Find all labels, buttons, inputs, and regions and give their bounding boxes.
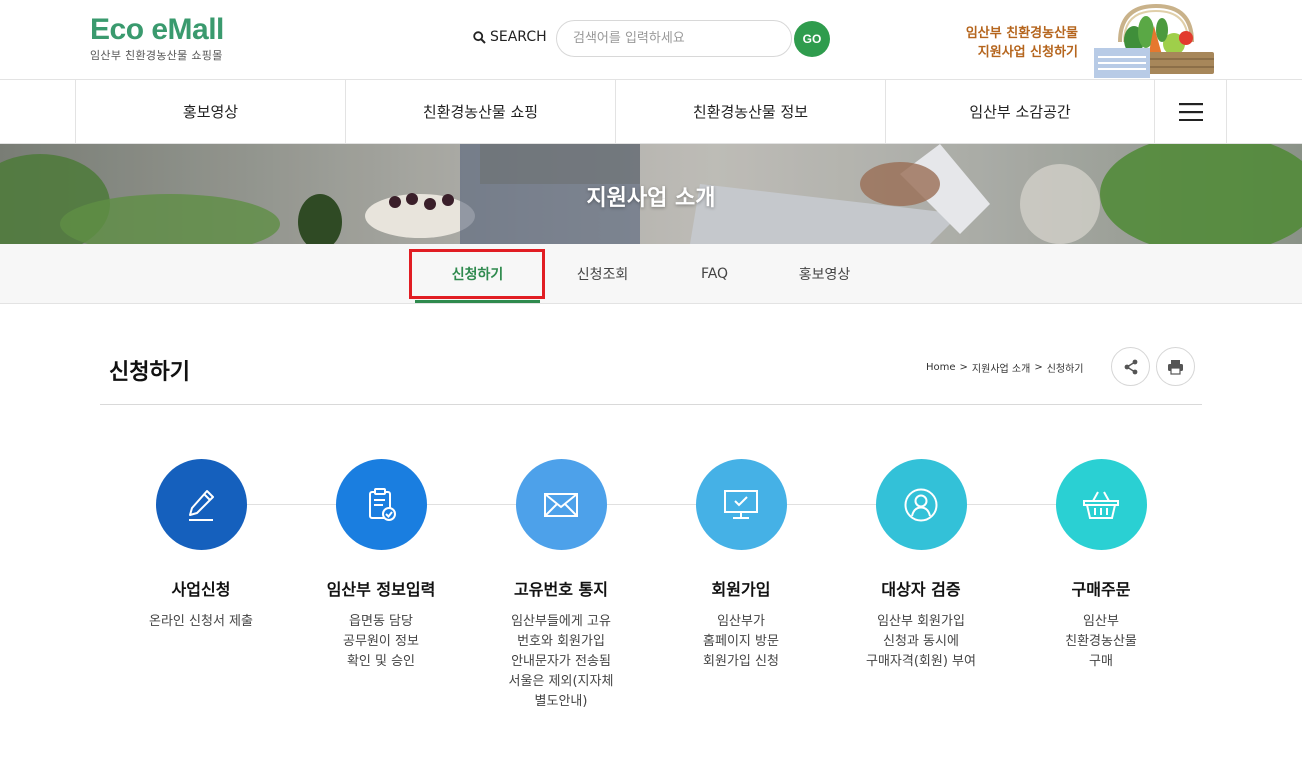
share-icon bbox=[1124, 359, 1137, 374]
breadcrumb-current: 신청하기 bbox=[1046, 364, 1084, 375]
site-logo[interactable]: Eco eMall 임산부 친환경농산물 쇼핑몰 bbox=[90, 14, 224, 63]
search-go-button[interactable]: GO bbox=[794, 21, 830, 57]
printer-icon bbox=[1168, 359, 1183, 375]
hero-banner: 지원사업 소개 bbox=[0, 144, 1302, 244]
basket-icon bbox=[1083, 491, 1119, 519]
sub-tab-bar: 신청하기 신청조회 FAQ 홍보영상 bbox=[0, 244, 1302, 304]
tab-promo-video[interactable]: 홍보영상 bbox=[762, 244, 887, 303]
step-title: 구매주문 bbox=[1071, 580, 1131, 599]
breadcrumb-separator: > bbox=[1034, 362, 1043, 373]
breadcrumb-home[interactable]: Home bbox=[926, 362, 956, 373]
step-title: 대상자 검증 bbox=[881, 580, 961, 599]
promo-line-1: 임산부 친환경농산물 bbox=[965, 26, 1078, 41]
promo-line-2: 지원사업 신청하기 bbox=[977, 45, 1078, 60]
pen-icon bbox=[189, 489, 214, 521]
main-nav: 홍보영상 친환경농산물 쇼핑 친환경농산물 정보 임산부 소감공간 bbox=[0, 80, 1302, 144]
search-input[interactable] bbox=[556, 20, 792, 57]
search-label: SEARCH bbox=[473, 29, 547, 45]
nav-item-reviews[interactable]: 임산부 소감공간 bbox=[885, 80, 1154, 143]
envelope-icon bbox=[544, 492, 578, 517]
user-icon bbox=[904, 488, 938, 521]
search-label-text: SEARCH bbox=[490, 29, 547, 45]
nav-item-promo-video[interactable]: 홍보영상 bbox=[75, 80, 345, 143]
share-button[interactable] bbox=[1111, 347, 1150, 386]
hamburger-icon bbox=[1178, 102, 1203, 121]
step-icon-circle bbox=[155, 459, 247, 550]
title-divider bbox=[100, 404, 1202, 405]
breadcrumb-section[interactable]: 지원사업 소개 bbox=[972, 360, 1030, 375]
tab-application-lookup[interactable]: 신청조회 bbox=[540, 244, 665, 303]
step-membership-signup: 회원가입 임산부가 홈페이지 방문 회원가입 신청 bbox=[651, 459, 831, 672]
step-info-entry: 임산부 정보입력 읍면동 담당 공무원이 정보 확인 및 승인 bbox=[291, 459, 471, 672]
step-title: 회원가입 bbox=[711, 580, 771, 599]
step-business-application: 사업신청 온라인 신청서 제출 bbox=[111, 459, 291, 632]
tab-faq[interactable]: FAQ bbox=[652, 244, 777, 303]
active-tab-underline bbox=[415, 300, 540, 303]
step-description: 임산부가 홈페이지 방문 회원가입 신청 bbox=[703, 614, 779, 669]
hamburger-menu-button[interactable] bbox=[1154, 80, 1227, 143]
site-header: Eco eMall 임산부 친환경농산물 쇼핑몰 SEARCH GO 임산부 친… bbox=[0, 0, 1302, 80]
clipboard-check-icon bbox=[369, 487, 396, 521]
step-unique-number-notice: 고유번호 통지 임산부들에게 고유 번호와 회원가입 안내문자가 전송됨 서울은… bbox=[471, 459, 651, 712]
hero-title: 지원사업 소개 bbox=[586, 186, 716, 211]
step-title: 고유번호 통지 bbox=[514, 580, 608, 599]
vegetable-basket-illustration[interactable] bbox=[1094, 2, 1218, 78]
step-description: 읍면동 담당 공무원이 정보 확인 및 승인 bbox=[343, 614, 419, 669]
logo-text: Eco eMall bbox=[90, 13, 224, 46]
step-icon-circle bbox=[1055, 459, 1147, 550]
print-button[interactable] bbox=[1156, 347, 1195, 386]
step-icon-circle bbox=[695, 459, 787, 550]
monitor-check-icon bbox=[724, 489, 758, 519]
logo-subtitle: 임산부 친환경농산물 쇼핑몰 bbox=[90, 49, 223, 62]
page-title: 신청하기 bbox=[109, 360, 190, 385]
step-icon-circle bbox=[875, 459, 967, 550]
step-icon-circle bbox=[515, 459, 607, 550]
step-description: 임산부 친환경농산물 구매 bbox=[1065, 614, 1137, 669]
nav-item-shopping[interactable]: 친환경농산물 쇼핑 bbox=[345, 80, 615, 143]
search-icon bbox=[473, 30, 486, 44]
step-icon-circle bbox=[335, 459, 427, 550]
nav-item-product-info[interactable]: 친환경농산물 정보 bbox=[615, 80, 885, 143]
step-description: 임산부 회원가입 신청과 동시에 구매자격(회원) 부여 bbox=[866, 614, 976, 669]
step-purchase-order: 구매주문 임산부 친환경농산물 구매 bbox=[1011, 459, 1191, 672]
step-title: 임산부 정보입력 bbox=[326, 580, 436, 599]
step-title: 사업신청 bbox=[171, 580, 231, 599]
breadcrumb: Home > 지원사업 소개 > 신청하기 bbox=[926, 360, 1084, 375]
breadcrumb-separator: > bbox=[959, 362, 968, 373]
promo-link[interactable]: 임산부 친환경농산물 지원사업 신청하기 bbox=[940, 24, 1078, 62]
highlight-annotation-box bbox=[409, 249, 545, 299]
step-description: 온라인 신청서 제출 bbox=[149, 614, 253, 629]
step-description: 임산부들에게 고유 번호와 회원가입 안내문자가 전송됨 서울은 제외(지자체 … bbox=[508, 614, 614, 709]
step-eligibility-verification: 대상자 검증 임산부 회원가입 신청과 동시에 구매자격(회원) 부여 bbox=[831, 459, 1011, 672]
